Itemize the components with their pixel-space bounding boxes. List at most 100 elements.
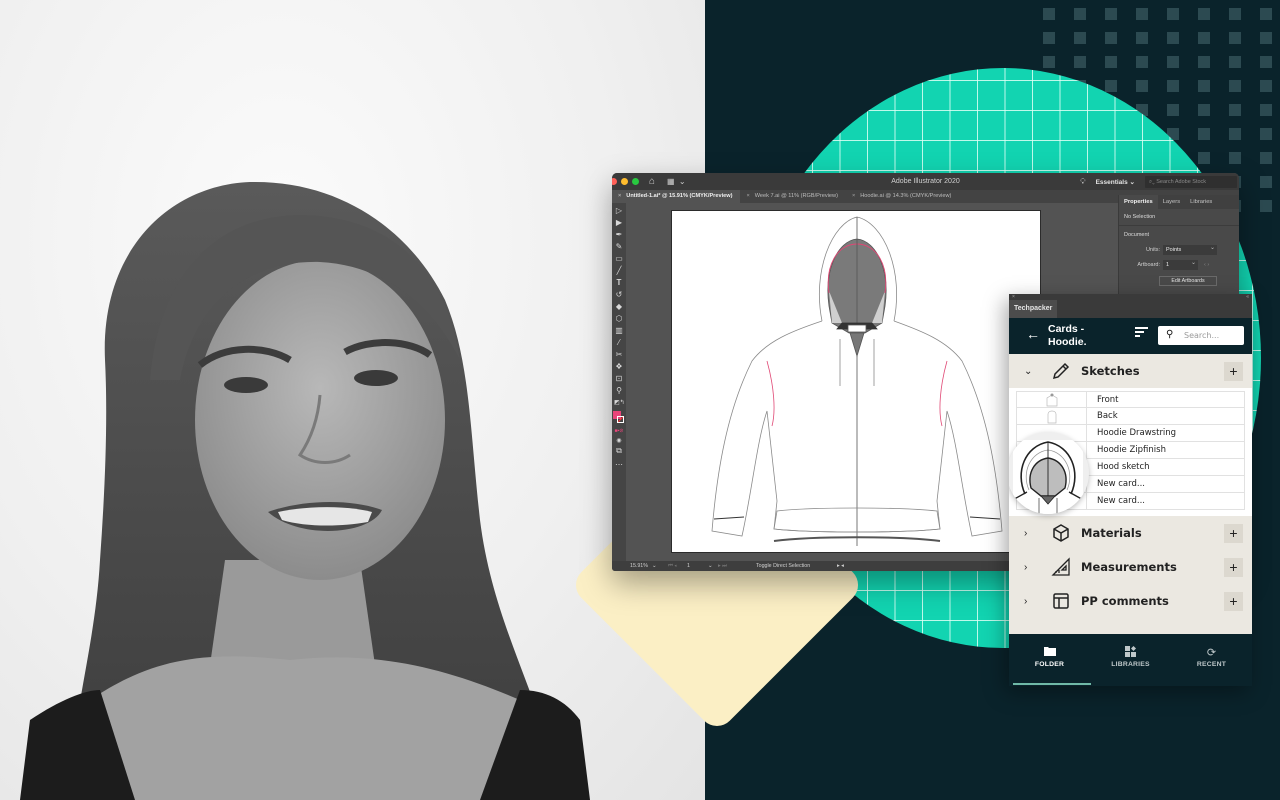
chevron-right-icon[interactable]: › [1024, 562, 1027, 573]
artboard-select[interactable]: 1 [1163, 258, 1198, 270]
artboard-dropdown-icon[interactable]: ⌄ [708, 563, 712, 569]
decorative-dot [1198, 104, 1210, 116]
first-artboard-icon[interactable]: ⏮ ◂ [668, 563, 677, 570]
search-box[interactable]: ⚲ [1158, 326, 1244, 345]
section-pp-comments[interactable]: › PP comments + [1009, 584, 1252, 618]
decorative-dot [1167, 32, 1179, 44]
close-tab-icon[interactable]: × [852, 193, 855, 199]
zip-top [849, 332, 865, 358]
maximize-window-button[interactable] [632, 178, 639, 185]
card-thumbnail [1017, 408, 1087, 424]
type-tool-icon[interactable]: T [614, 278, 624, 288]
more-tools-icon[interactable]: ⋯ [614, 460, 624, 470]
lightbulb-icon[interactable]: 💡︎ [1080, 177, 1086, 187]
back-arrow-icon[interactable]: ← [1026, 326, 1040, 342]
eraser-tool-icon[interactable]: ◆ [614, 302, 624, 312]
chevron-right-icon[interactable]: › [1024, 528, 1027, 539]
minimize-window-button[interactable] [621, 178, 628, 185]
decorative-dot [1198, 32, 1210, 44]
techpacker-tab[interactable]: Techpacker [1009, 300, 1058, 318]
list-item[interactable]: Front [1016, 391, 1245, 408]
selection-tool-icon[interactable]: ▷ [614, 206, 624, 216]
nav-recent[interactable]: ⟳ RECENT [1171, 634, 1252, 686]
card-name: Front [1097, 395, 1119, 405]
add-sketch-button[interactable]: + [1224, 361, 1243, 381]
tab-layers[interactable]: Layers [1158, 195, 1185, 209]
tab-libraries[interactable]: Libraries [1185, 195, 1217, 209]
color-mode-icons[interactable]: ■▪⊘ [614, 426, 624, 436]
next-artboard-icon[interactable]: ▸ ⏭ [718, 563, 727, 570]
decorative-dot [1260, 128, 1272, 140]
section-label: Measurements [1081, 560, 1177, 574]
artboard-tool-icon[interactable]: ⊡ [614, 374, 624, 384]
zoom-dropdown-icon[interactable]: ⌄ [652, 563, 656, 569]
document-tab[interactable]: × Untitled-1.ai* @ 15.91% (CMYK/Preview) [612, 190, 741, 203]
workspace-switcher[interactable]: Essentials ⌄ [1096, 178, 1135, 186]
tab-properties[interactable]: Properties [1119, 195, 1158, 209]
decorative-dot [1260, 56, 1272, 68]
swap-colors-icon[interactable]: ◩↰ [614, 398, 625, 408]
section-sketches[interactable]: ⌄ Sketches + [1009, 354, 1252, 388]
curvature-tool-icon[interactable]: ✎ [614, 242, 624, 252]
decorative-dot [1198, 128, 1210, 140]
decorative-dot [1229, 80, 1241, 92]
add-measurement-button[interactable]: + [1224, 557, 1243, 577]
chevron-right-icon[interactable]: › [1024, 596, 1027, 607]
decorative-dot [1105, 80, 1117, 92]
nav-folder[interactable]: FOLDER [1009, 634, 1090, 686]
rotate-tool-icon[interactable]: ↺ [614, 290, 624, 300]
zoom-tool-icon[interactable]: ⚲ [614, 386, 624, 396]
units-select[interactable]: Points [1163, 243, 1217, 255]
section-label: PP comments [1081, 594, 1169, 608]
document-tab[interactable]: × Week 7.ai @ 11% (RGB/Preview) [740, 190, 845, 203]
draw-mode-icon[interactable]: ◉ [614, 436, 624, 446]
close-tab-icon[interactable]: × [618, 193, 621, 199]
bottom-navigation: FOLDER LIBRARIES ⟳ RECENT [1009, 634, 1252, 686]
direct-selection-tool-icon[interactable]: ▶ [614, 218, 624, 228]
hood-sketch-preview-magnifier [1009, 432, 1089, 514]
artboard-nav-arrows[interactable]: ‹ › [1204, 262, 1209, 268]
document-tab[interactable]: × Hoodie.ai @ 14.3% (CMYK/Preview) [846, 190, 959, 203]
decorative-dot [1229, 8, 1241, 20]
decorative-dot [1136, 56, 1148, 68]
zoom-level[interactable]: 15.91% [630, 563, 648, 569]
section-measurements[interactable]: › Measurements + [1009, 550, 1252, 584]
section-materials[interactable]: › Materials + [1009, 516, 1252, 550]
status-menu-icon[interactable]: ▸ ◂ [837, 563, 844, 569]
add-material-button[interactable]: + [1224, 523, 1243, 543]
search-input[interactable] [1184, 326, 1242, 345]
home-icon[interactable]: ⌂ [649, 176, 655, 187]
artboard[interactable] [671, 210, 1041, 553]
chevron-down-icon[interactable]: ⌄ [1024, 366, 1032, 377]
rectangle-tool-icon[interactable]: ▭ [614, 254, 624, 264]
adobe-stock-search[interactable]: ⌕⌄ Search Adobe Stock [1145, 175, 1237, 188]
list-item[interactable]: Back [1016, 408, 1245, 425]
arrange-documents-icon[interactable]: ▦ ⌄ [667, 177, 686, 186]
collapse-panel-icon[interactable]: « [1246, 294, 1249, 300]
close-window-button[interactable] [612, 178, 617, 185]
close-tab-icon[interactable]: × [746, 193, 749, 199]
add-comment-button[interactable]: + [1224, 591, 1243, 611]
shape-builder-tool-icon[interactable]: ⬡ [614, 314, 624, 324]
edit-artboards-button[interactable]: Edit Artboards [1159, 276, 1217, 286]
decorative-dot [1260, 8, 1272, 20]
nav-libraries[interactable]: LIBRARIES [1090, 634, 1171, 686]
blend-tool-icon[interactable]: ✂ [614, 350, 624, 360]
gradient-tool-icon[interactable]: ▥ [614, 326, 624, 336]
search-icon: ⌕⌄ [1149, 178, 1155, 185]
decorative-dot [1074, 32, 1086, 44]
decorative-dot [1260, 32, 1272, 44]
card-name: Hoodie Drawstring [1097, 428, 1177, 438]
paintbrush-tool-icon[interactable]: ╱ [614, 266, 624, 276]
pen-tool-icon[interactable]: ✒ [614, 230, 624, 240]
stroke-color-swatch[interactable] [617, 416, 624, 423]
symbol-sprayer-tool-icon[interactable]: ❖ [614, 362, 624, 372]
left-shoulder-seam [766, 360, 775, 427]
screen-mode-icon[interactable]: ⧉ [614, 446, 624, 456]
eyedropper-tool-icon[interactable]: ⁄ [614, 338, 624, 348]
card-name: New card... [1097, 496, 1145, 506]
decorative-dot [1043, 32, 1055, 44]
sort-filter-icon[interactable] [1135, 327, 1149, 341]
illustrator-titlebar: ⌂ ▦ ⌄ Adobe Illustrator 2020 💡︎ Essentia… [612, 173, 1239, 190]
artboard-number[interactable]: 1 [687, 563, 690, 569]
